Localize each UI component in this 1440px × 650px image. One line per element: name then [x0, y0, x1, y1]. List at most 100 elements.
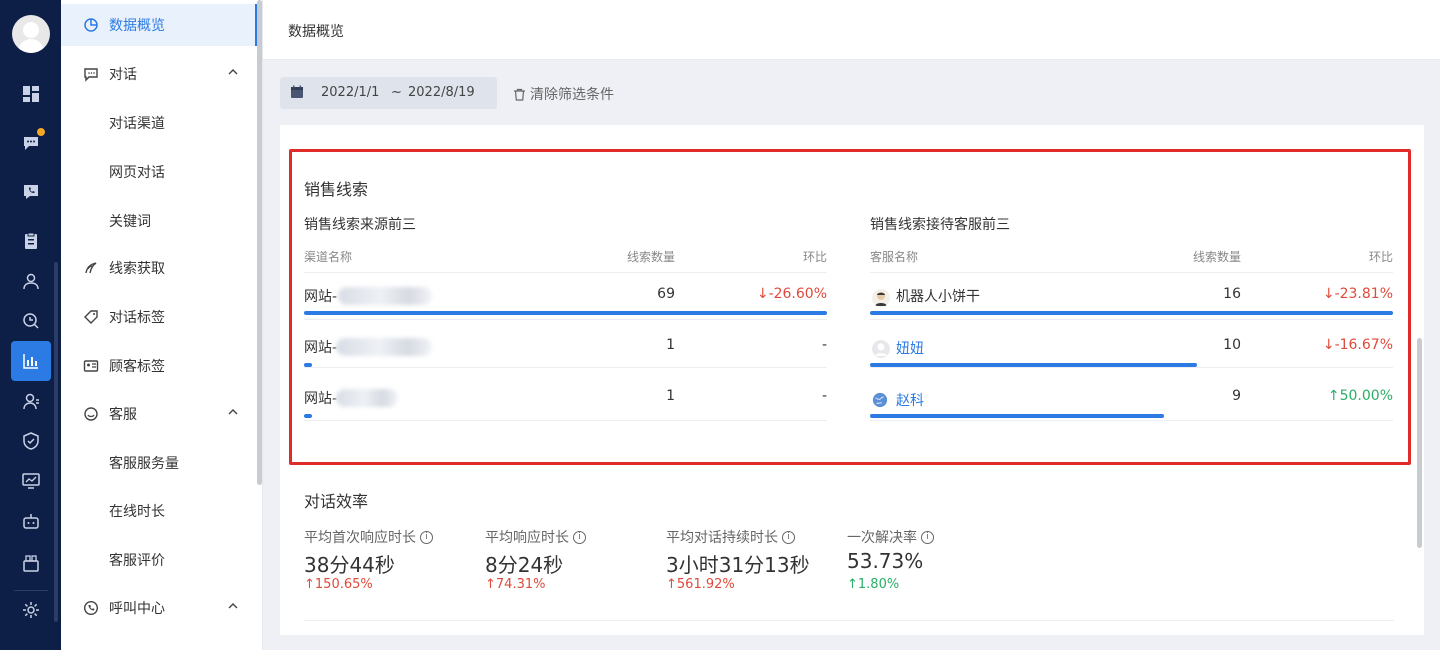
metric-change: ↑561.92% — [666, 577, 735, 592]
table-header-divider — [870, 272, 1393, 273]
row-divider — [304, 420, 827, 421]
agent-name[interactable]: 赵科 — [896, 390, 924, 410]
date-separator: ~ — [391, 85, 402, 100]
user-icon[interactable] — [11, 261, 51, 301]
column-header-count: 线索数量 — [626, 250, 675, 264]
arrow-up-icon: ↑ — [304, 577, 315, 592]
menu-group-service[interactable]: 客服 — [61, 393, 256, 435]
info-icon[interactable]: i — [573, 530, 586, 544]
shield-icon[interactable] — [11, 421, 51, 461]
integration-icon[interactable] — [11, 543, 51, 583]
clear-filters-button[interactable]: 清除筛选条件 — [513, 84, 614, 104]
info-icon[interactable]: i — [782, 530, 795, 544]
lead-count: 9 — [1232, 388, 1241, 404]
pie-chart-icon — [84, 18, 98, 32]
agent-avatar-icon — [872, 340, 890, 358]
statistics-icon[interactable] — [11, 341, 51, 381]
menu-item-customer-tags[interactable]: 顾客标签 — [61, 345, 256, 387]
redacted-text — [338, 287, 432, 305]
monitor-icon[interactable] — [11, 461, 51, 501]
redacted-text — [336, 389, 398, 407]
metric-label: 平均对话持续时长 i — [666, 527, 795, 547]
menu-item-label: 网页对话 — [109, 165, 165, 181]
clock-search-icon[interactable] — [11, 301, 51, 341]
menu-item-label: 对话渠道 — [109, 116, 165, 132]
metric-value: 3小时31分13秒 — [666, 553, 810, 577]
menu-item-dialog-channels[interactable]: 对话渠道 — [61, 102, 256, 144]
content-scrollbar[interactable] — [1417, 338, 1422, 548]
chat-icon[interactable] — [11, 123, 51, 163]
lead-count: 1 — [666, 388, 675, 404]
menu-item-data-overview[interactable]: 数据概览 — [61, 4, 257, 46]
clipboard-icon[interactable] — [11, 221, 51, 261]
menu-item-label: 关键词 — [109, 214, 151, 230]
menu-item-service-rating[interactable]: 客服评价 — [61, 539, 256, 581]
secondary-menu: 数据概览 对话 对话渠道 网页对话 关键词 线索获取 对话标签 顾客标签 客服 … — [61, 0, 263, 650]
menu-item-lead-capture[interactable]: 线索获取 — [61, 247, 256, 289]
menu-group-dialog[interactable]: 对话 — [61, 53, 256, 95]
chevron-up-icon — [228, 603, 238, 609]
menu-item-label: 数据概览 — [109, 18, 165, 34]
column-header-channel: 渠道名称 — [304, 250, 353, 264]
menu-item-label: 对话标签 — [109, 310, 165, 326]
id-card-icon — [83, 360, 99, 372]
agent-name[interactable]: 妞妞 — [896, 338, 924, 358]
agent-name: 机器人小饼干 — [896, 289, 980, 305]
service-icon — [84, 407, 98, 421]
table-header-divider — [304, 272, 827, 273]
progress-bar — [304, 311, 827, 315]
channel-name: 网站- — [304, 340, 338, 356]
phone-icon — [83, 600, 99, 616]
change-value: ↓-23.81% — [1322, 286, 1393, 302]
change-value: - — [821, 388, 827, 404]
lead-agents-title: 销售线索接待客服前三 — [870, 217, 1010, 233]
menu-scrollbar[interactable] — [257, 0, 262, 485]
arrow-down-icon: ↓ — [756, 286, 769, 302]
menu-item-label: 客服 — [109, 407, 137, 423]
dashboard-icon[interactable] — [11, 74, 51, 114]
contacts-icon[interactable] — [11, 381, 51, 421]
menu-group-call-center[interactable]: 呼叫中心 — [61, 587, 256, 629]
row-divider — [870, 420, 1393, 421]
lead-sources-title: 销售线索来源前三 — [304, 217, 416, 233]
icon-rail — [0, 0, 61, 650]
metric-value: 8分24秒 — [485, 553, 564, 577]
menu-item-label: 呼叫中心 — [109, 601, 165, 617]
settings-gear-icon[interactable] — [11, 590, 51, 630]
row-divider — [870, 319, 1393, 320]
info-icon[interactable]: i — [921, 530, 934, 544]
highlight-frame — [289, 149, 1411, 465]
menu-item-label: 顾客标签 — [109, 359, 165, 375]
column-header-agent: 客服名称 — [870, 250, 919, 264]
info-icon[interactable]: i — [420, 530, 433, 544]
menu-item-online-time[interactable]: 在线时长 — [61, 490, 256, 532]
date-range-picker[interactable]: 2022/1/1 ~ 2022/8/19 — [280, 77, 497, 109]
user-avatar[interactable] — [12, 15, 50, 53]
column-header-change: 环比 — [802, 250, 827, 264]
metric-value: 38分44秒 — [304, 553, 395, 577]
phone-chat-icon[interactable] — [11, 172, 51, 212]
menu-item-label: 对话 — [109, 67, 137, 83]
robot-icon[interactable] — [11, 501, 51, 541]
page-header: 数据概览 — [263, 0, 1440, 60]
redacted-text — [336, 338, 432, 356]
arrow-down-icon: ↓ — [1322, 337, 1335, 353]
chevron-up-icon — [228, 409, 238, 415]
menu-item-keywords[interactable]: 关键词 — [61, 200, 256, 242]
metric-label: 平均响应时长 i — [485, 527, 586, 547]
notification-badge — [36, 127, 46, 137]
chevron-up-icon — [228, 69, 238, 75]
row-divider — [870, 367, 1393, 368]
lead-count: 16 — [1223, 286, 1241, 302]
date-start: 2022/1/1 — [321, 85, 380, 100]
menu-item-service-volume[interactable]: 客服服务量 — [61, 442, 256, 484]
arrow-up-icon: ↑ — [666, 577, 677, 592]
arrow-up-icon: ↑ — [485, 577, 496, 592]
menu-item-label: 在线时长 — [109, 504, 165, 520]
menu-item-dialog-tags[interactable]: 对话标签 — [61, 296, 256, 338]
rail-scrollbar[interactable] — [54, 262, 58, 622]
row-divider — [304, 367, 827, 368]
menu-item-web-dialog[interactable]: 网页对话 — [61, 151, 256, 193]
arrow-up-icon: ↑ — [1327, 388, 1340, 404]
date-end: 2022/8/19 — [408, 85, 475, 100]
